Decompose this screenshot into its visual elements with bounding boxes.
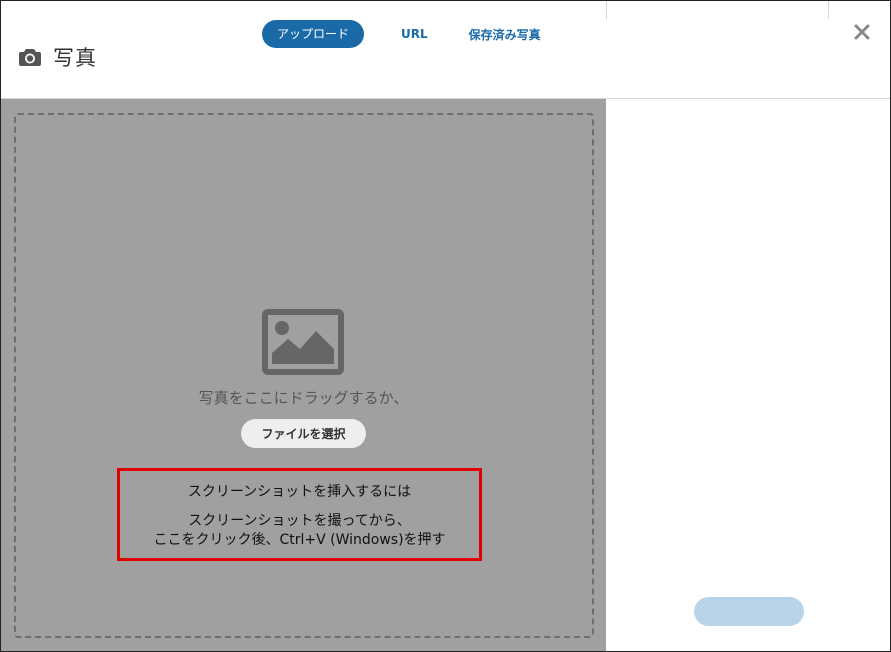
drag-instruction: 写真をここにドラッグするか、 — [198, 389, 409, 407]
dialog-title-text: 写真 — [53, 46, 97, 70]
header-divider — [606, 1, 607, 19]
camera-icon — [19, 49, 41, 66]
dialog-header: 写真 アップロード URL 保存済み写真 — [1, 1, 890, 99]
insert-button[interactable] — [694, 597, 804, 626]
screenshot-help-box[interactable]: スクリーンショットを挿入するには スクリーンショットを撮ってから、 ここをクリッ… — [117, 468, 482, 561]
preview-panel — [606, 99, 890, 651]
upload-area[interactable]: 写真をここにドラッグするか、 ファイルを選択 スクリーンショットを挿入するには … — [1, 99, 606, 651]
help-title: スクリーンショットを挿入するには — [187, 484, 412, 500]
dialog-title: 写真 — [19, 43, 97, 71]
photo-dialog: 写真 アップロード URL 保存済み写真 写真をここにドラッグするか、 ファイル… — [0, 0, 891, 652]
close-icon[interactable] — [853, 23, 871, 41]
tab-saved-photos[interactable]: 保存済み写真 — [469, 26, 541, 43]
tab-bar: アップロード URL 保存済み写真 — [262, 20, 541, 48]
header-divider — [828, 1, 829, 19]
help-instruction-line: ここをクリック後、Ctrl+V (Windows)を押す — [153, 532, 446, 548]
select-file-button[interactable]: ファイルを選択 — [241, 419, 366, 448]
tab-url[interactable]: URL — [401, 27, 428, 41]
image-icon — [262, 309, 344, 375]
help-instruction-line: スクリーンショットを撮ってから、 — [188, 513, 411, 529]
tab-upload[interactable]: アップロード — [262, 20, 365, 48]
